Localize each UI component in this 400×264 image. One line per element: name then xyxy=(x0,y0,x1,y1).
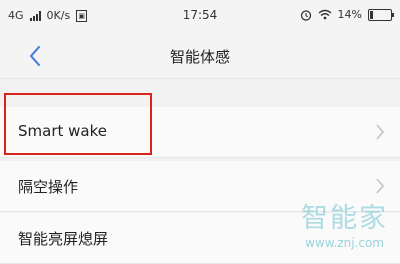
watermark-logo: 智能家 xyxy=(301,203,388,234)
list-item-label: 智能亮屏熄屏 xyxy=(18,230,109,248)
watermark-url: www.znj.com xyxy=(305,236,384,250)
status-bar: 4G 0K/s ▣ 17:54 14% xyxy=(0,0,400,34)
alarm-icon xyxy=(300,9,311,21)
battery-icon xyxy=(368,8,394,21)
list-item-label: Smart wake xyxy=(18,122,107,140)
page-title: 智能体感 xyxy=(169,48,230,66)
nav-bar: 智能体感 xyxy=(0,34,400,78)
list-item-smart-wake[interactable]: Smart wake xyxy=(0,107,400,158)
status-right: 14% xyxy=(300,8,394,21)
watermark: 智能家 www.znj.com xyxy=(270,196,390,258)
battery-percent: 14% xyxy=(337,8,362,21)
list-item-label: 隔空操作 xyxy=(18,178,79,196)
wifi-icon xyxy=(318,9,331,20)
chevron-right-icon xyxy=(376,124,385,140)
nav-divider xyxy=(0,78,400,79)
chevron-right-icon xyxy=(376,178,385,194)
